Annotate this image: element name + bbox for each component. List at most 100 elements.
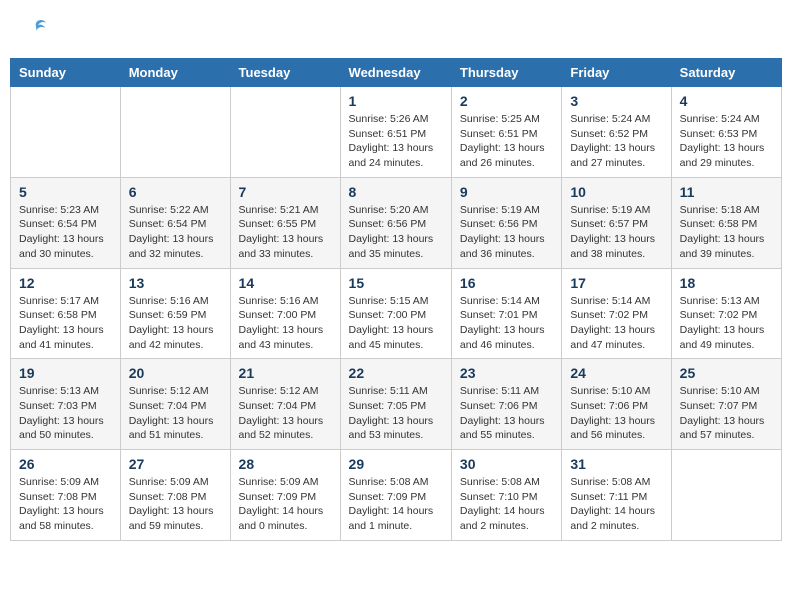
day-info: Sunrise: 5:25 AM Sunset: 6:51 PM Dayligh…: [460, 112, 553, 171]
calendar-cell: 2 Sunrise: 5:25 AM Sunset: 6:51 PM Daylig…: [451, 87, 561, 178]
day-info: Sunrise: 5:13 AM Sunset: 7:02 PM Dayligh…: [680, 294, 773, 353]
calendar-cell: 22 Sunrise: 5:11 AM Sunset: 7:05 PM Dayli…: [340, 359, 451, 450]
day-info: Sunrise: 5:08 AM Sunset: 7:10 PM Dayligh…: [460, 475, 553, 534]
calendar-cell: 30Sunrise: 5:08 AM Sunset: 7:10 PM Dayli…: [451, 450, 561, 541]
day-number: 17: [570, 275, 662, 291]
calendar-cell: 14 Sunrise: 5:16 AM Sunset: 7:00 PM Dayli…: [230, 268, 340, 359]
calendar-cell: 24 Sunrise: 5:10 AM Sunset: 7:06 PM Dayli…: [562, 359, 671, 450]
calendar-week-row: 1Sunrise: 5:26 AM Sunset: 6:51 PM Daylig…: [11, 87, 782, 178]
day-number: 20: [129, 365, 222, 381]
day-info: Sunrise: 5:13 AM Sunset: 7:03 PM Dayligh…: [19, 384, 112, 443]
calendar-cell: 19 Sunrise: 5:13 AM Sunset: 7:03 PM Dayli…: [11, 359, 121, 450]
day-info: Sunrise: 5:20 AM Sunset: 6:56 PM Dayligh…: [349, 203, 443, 262]
day-info: Sunrise: 5:19 AM Sunset: 6:57 PM Dayligh…: [570, 203, 662, 262]
day-number: 29: [349, 456, 443, 472]
calendar-cell: 10 Sunrise: 5:19 AM Sunset: 6:57 PM Dayli…: [562, 177, 671, 268]
calendar-cell: 4Sunrise: 5:24 AM Sunset: 6:53 PM Daylig…: [671, 87, 781, 178]
day-info: Sunrise: 5:08 AM Sunset: 7:09 PM Dayligh…: [349, 475, 443, 534]
calendar-cell: 12 Sunrise: 5:17 AM Sunset: 6:58 PM Dayli…: [11, 268, 121, 359]
calendar-cell: 3 Sunrise: 5:24 AM Sunset: 6:52 PM Daylig…: [562, 87, 671, 178]
day-number: 1: [349, 93, 443, 109]
day-number: 7: [239, 184, 332, 200]
day-number: 9: [460, 184, 553, 200]
day-header-thursday: Thursday: [451, 59, 561, 87]
day-info: Sunrise: 5:10 AM Sunset: 7:07 PM Dayligh…: [680, 384, 773, 443]
day-header-wednesday: Wednesday: [340, 59, 451, 87]
calendar-cell: 11 Sunrise: 5:18 AM Sunset: 6:58 PM Dayli…: [671, 177, 781, 268]
day-number: 24: [570, 365, 662, 381]
day-number: 6: [129, 184, 222, 200]
day-header-tuesday: Tuesday: [230, 59, 340, 87]
day-number: 11: [680, 184, 773, 200]
day-number: 23: [460, 365, 553, 381]
calendar-cell: 27 Sunrise: 5:09 AM Sunset: 7:08 PM Dayli…: [120, 450, 230, 541]
day-header-sunday: Sunday: [11, 59, 121, 87]
calendar-cell: 25 Sunrise: 5:10 AM Sunset: 7:07 PM Dayli…: [671, 359, 781, 450]
day-number: 2: [460, 93, 553, 109]
day-number: 22: [349, 365, 443, 381]
calendar-cell: [230, 87, 340, 178]
day-number: 14: [239, 275, 332, 291]
day-info: Sunrise: 5:09 AM Sunset: 7:08 PM Dayligh…: [129, 475, 222, 534]
calendar-header-row: SundayMondayTuesdayWednesdayThursdayFrid…: [11, 59, 782, 87]
calendar-week-row: 12 Sunrise: 5:17 AM Sunset: 6:58 PM Dayli…: [11, 268, 782, 359]
day-number: 10: [570, 184, 662, 200]
calendar-cell: 20Sunrise: 5:12 AM Sunset: 7:04 PM Dayli…: [120, 359, 230, 450]
calendar-cell: 28 Sunrise: 5:09 AM Sunset: 7:09 PM Dayli…: [230, 450, 340, 541]
day-number: 19: [19, 365, 112, 381]
day-number: 4: [680, 93, 773, 109]
calendar-week-row: 19 Sunrise: 5:13 AM Sunset: 7:03 PM Dayli…: [11, 359, 782, 450]
day-info: Sunrise: 5:18 AM Sunset: 6:58 PM Dayligh…: [680, 203, 773, 262]
day-info: Sunrise: 5:11 AM Sunset: 7:06 PM Dayligh…: [460, 384, 553, 443]
day-header-monday: Monday: [120, 59, 230, 87]
day-info: Sunrise: 5:11 AM Sunset: 7:05 PM Dayligh…: [349, 384, 443, 443]
day-info: Sunrise: 5:14 AM Sunset: 7:02 PM Dayligh…: [570, 294, 662, 353]
day-number: 15: [349, 275, 443, 291]
day-info: Sunrise: 5:24 AM Sunset: 6:52 PM Dayligh…: [570, 112, 662, 171]
day-number: 3: [570, 93, 662, 109]
day-number: 12: [19, 275, 112, 291]
day-info: Sunrise: 5:09 AM Sunset: 7:08 PM Dayligh…: [19, 475, 112, 534]
day-info: Sunrise: 5:09 AM Sunset: 7:09 PM Dayligh…: [239, 475, 332, 534]
day-info: Sunrise: 5:14 AM Sunset: 7:01 PM Dayligh…: [460, 294, 553, 353]
calendar-cell: 26 Sunrise: 5:09 AM Sunset: 7:08 PM Dayli…: [11, 450, 121, 541]
calendar-cell: [671, 450, 781, 541]
day-info: Sunrise: 5:16 AM Sunset: 6:59 PM Dayligh…: [129, 294, 222, 353]
calendar-cell: 17 Sunrise: 5:14 AM Sunset: 7:02 PM Dayli…: [562, 268, 671, 359]
calendar-cell: 23 Sunrise: 5:11 AM Sunset: 7:06 PM Dayli…: [451, 359, 561, 450]
calendar-cell: 18 Sunrise: 5:13 AM Sunset: 7:02 PM Dayli…: [671, 268, 781, 359]
calendar-cell: 13Sunrise: 5:16 AM Sunset: 6:59 PM Dayli…: [120, 268, 230, 359]
calendar-cell: 9Sunrise: 5:19 AM Sunset: 6:56 PM Daylig…: [451, 177, 561, 268]
day-info: Sunrise: 5:10 AM Sunset: 7:06 PM Dayligh…: [570, 384, 662, 443]
day-number: 8: [349, 184, 443, 200]
day-info: Sunrise: 5:15 AM Sunset: 7:00 PM Dayligh…: [349, 294, 443, 353]
logo-bird-icon: [22, 15, 50, 43]
calendar-cell: 5Sunrise: 5:23 AM Sunset: 6:54 PM Daylig…: [11, 177, 121, 268]
day-info: Sunrise: 5:17 AM Sunset: 6:58 PM Dayligh…: [19, 294, 112, 353]
day-number: 31: [570, 456, 662, 472]
calendar-cell: 15 Sunrise: 5:15 AM Sunset: 7:00 PM Dayli…: [340, 268, 451, 359]
calendar-table: SundayMondayTuesdayWednesdayThursdayFrid…: [10, 58, 782, 541]
calendar-cell: 21Sunrise: 5:12 AM Sunset: 7:04 PM Dayli…: [230, 359, 340, 450]
calendar-cell: 16Sunrise: 5:14 AM Sunset: 7:01 PM Dayli…: [451, 268, 561, 359]
calendar-week-row: 5Sunrise: 5:23 AM Sunset: 6:54 PM Daylig…: [11, 177, 782, 268]
logo: [20, 15, 50, 43]
calendar-cell: 1Sunrise: 5:26 AM Sunset: 6:51 PM Daylig…: [340, 87, 451, 178]
day-number: 5: [19, 184, 112, 200]
calendar-cell: 6 Sunrise: 5:22 AM Sunset: 6:54 PM Daylig…: [120, 177, 230, 268]
day-info: Sunrise: 5:22 AM Sunset: 6:54 PM Dayligh…: [129, 203, 222, 262]
day-number: 28: [239, 456, 332, 472]
day-number: 27: [129, 456, 222, 472]
day-header-saturday: Saturday: [671, 59, 781, 87]
calendar-cell: 31 Sunrise: 5:08 AM Sunset: 7:11 PM Dayli…: [562, 450, 671, 541]
day-number: 18: [680, 275, 773, 291]
day-info: Sunrise: 5:16 AM Sunset: 7:00 PM Dayligh…: [239, 294, 332, 353]
day-info: Sunrise: 5:12 AM Sunset: 7:04 PM Dayligh…: [239, 384, 332, 443]
day-number: 25: [680, 365, 773, 381]
calendar-cell: 8 Sunrise: 5:20 AM Sunset: 6:56 PM Daylig…: [340, 177, 451, 268]
calendar-cell: 7Sunrise: 5:21 AM Sunset: 6:55 PM Daylig…: [230, 177, 340, 268]
day-info: Sunrise: 5:08 AM Sunset: 7:11 PM Dayligh…: [570, 475, 662, 534]
day-number: 26: [19, 456, 112, 472]
calendar-cell: [120, 87, 230, 178]
calendar-cell: [11, 87, 121, 178]
